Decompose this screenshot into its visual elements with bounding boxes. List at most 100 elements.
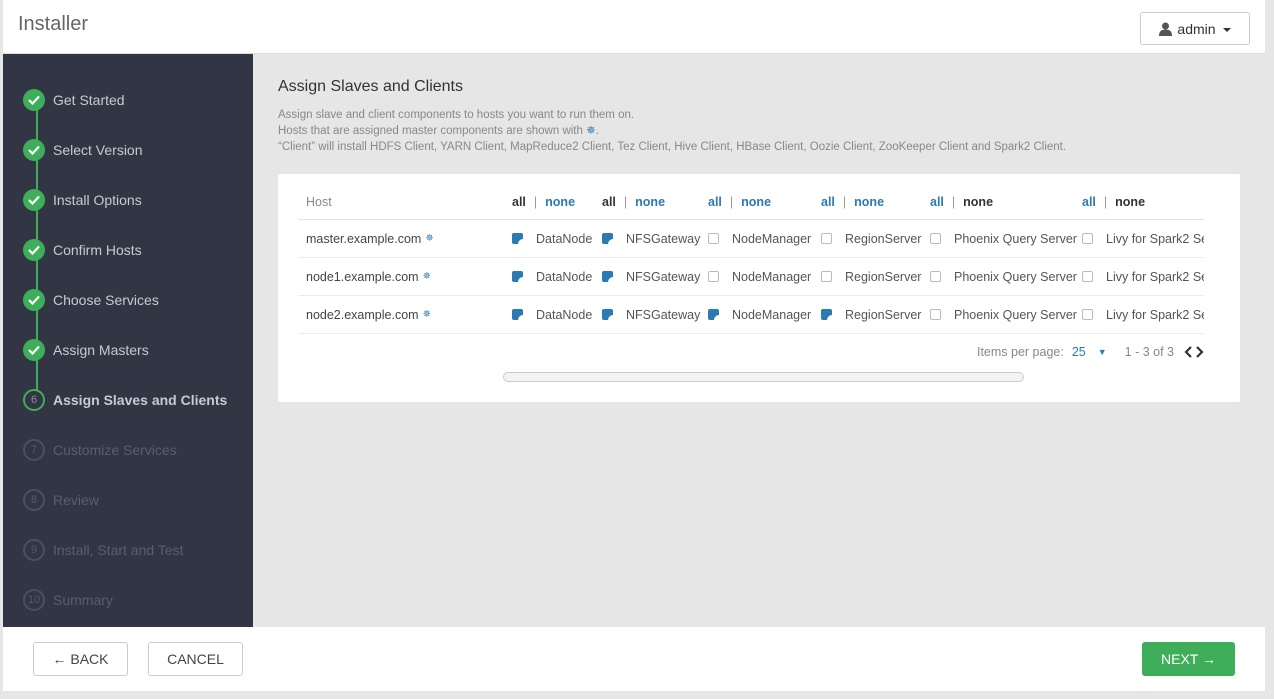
assignment-table[interactable]: Host all | none all | none all | none all | none… [298, 184, 1204, 334]
nodemanager-checkbox[interactable]: NodeManager [708, 270, 811, 284]
regionserver-header: all | none [821, 194, 885, 209]
cancel-button[interactable]: CANCEL [148, 642, 243, 676]
regionserver-checkbox[interactable]: RegionServer [821, 232, 921, 246]
top-header: Installer admin [3, 0, 1265, 54]
regionserver-checkbox[interactable]: RegionServer [821, 308, 921, 322]
desc-line-3: “Client” will install HDFS Client, YARN … [278, 141, 1067, 153]
step-summary: 10 Summary [3, 585, 253, 615]
user-menu-button[interactable]: admin [1140, 12, 1250, 45]
host-column-header: Host [306, 194, 332, 209]
step-label: Summary [53, 592, 113, 608]
caret-down-icon [1222, 27, 1231, 32]
host-cell: master.example.com ✵ [306, 231, 434, 246]
user-icon [1159, 22, 1173, 36]
check-icon [23, 89, 45, 111]
datanode-checkbox[interactable]: DataNode [512, 270, 592, 284]
nfsgateway-all-link[interactable]: all [602, 195, 616, 209]
check-icon [23, 339, 45, 361]
nodemanager-checkbox[interactable]: NodeManager [708, 232, 811, 246]
livy-checkbox[interactable]: Livy for Spark2 Server [1082, 232, 1204, 246]
datanode-all-link[interactable]: all [512, 195, 526, 209]
dropdown-arrow-icon[interactable]: ▼ [1098, 347, 1107, 357]
items-per-page-label: Items per page: [976, 345, 1064, 359]
nodemanager-checkbox[interactable]: NodeManager [708, 308, 811, 322]
phoenix-all-link[interactable]: all [930, 195, 944, 209]
gear-icon: ✵ [422, 309, 431, 320]
regionserver-checkbox[interactable]: RegionServer [821, 270, 921, 284]
livy-header: all | none [1082, 194, 1146, 209]
back-button[interactable]: ← BACK [33, 642, 128, 676]
step-confirm-hosts[interactable]: Confirm Hosts [3, 235, 253, 265]
step-label: Confirm Hosts [53, 242, 142, 258]
step-label: Install, Start and Test [53, 542, 184, 558]
page-arrows [1184, 346, 1204, 358]
step-review: 8 Review [3, 485, 253, 515]
step-label: Review [53, 492, 99, 508]
livy-all-link[interactable]: all [1082, 195, 1096, 209]
phoenix-header: all | none [930, 194, 994, 209]
app-title: Installer [18, 13, 89, 35]
step-label: Choose Services [53, 292, 159, 308]
regionserver-none-link[interactable]: none [854, 195, 884, 209]
wizard-steps-sidebar: Get Started Select Version Install Optio… [3, 54, 253, 627]
step-get-started[interactable]: Get Started [3, 85, 253, 115]
user-name: admin [1177, 20, 1216, 37]
table-row: node1.example.com ✵ DataNode NFSGateway N… [298, 258, 1204, 296]
livy-checkbox[interactable]: Livy for Spark2 Server [1082, 270, 1204, 284]
step-number: 7 [23, 439, 45, 461]
step-assign-slaves-and-clients: 6 Assign Slaves and Clients [3, 385, 253, 415]
datanode-checkbox[interactable]: DataNode [512, 232, 592, 246]
livy-checkbox[interactable]: Livy for Spark2 Server [1082, 308, 1204, 322]
datanode-header: all | none [512, 194, 576, 209]
table-row: master.example.com ✵ DataNode NFSGateway … [298, 220, 1204, 258]
chevron-left-icon[interactable] [1184, 346, 1193, 358]
footer-bar: ← BACK CANCEL NEXT → [3, 627, 1265, 691]
step-select-version[interactable]: Select Version [3, 135, 253, 165]
desc-line-2: Hosts that are assigned master component… [278, 125, 599, 137]
table-row: node2.example.com ✵ DataNode NFSGateway N… [298, 296, 1204, 334]
nodemanager-header: all | none [708, 194, 772, 209]
datanode-none-link[interactable]: none [545, 195, 575, 209]
step-number: 9 [23, 539, 45, 561]
assignment-panel: Host all | none all | none all | none all | none… [278, 174, 1240, 402]
step-install-options[interactable]: Install Options [3, 185, 253, 215]
nfsgateway-header: all | none [602, 194, 666, 209]
step-choose-services[interactable]: Choose Services [3, 285, 253, 315]
step-label: Assign Masters [53, 342, 149, 358]
phoenix-checkbox[interactable]: Phoenix Query Server [930, 270, 1077, 284]
regionserver-all-link[interactable]: all [821, 195, 835, 209]
check-icon [23, 189, 45, 211]
page-description: Assign slave and client components to ho… [278, 107, 1066, 155]
gear-icon: ✵ [586, 125, 596, 137]
step-number: 8 [23, 489, 45, 511]
phoenix-checkbox[interactable]: Phoenix Query Server [930, 232, 1077, 246]
nfsgateway-none-link[interactable]: none [635, 195, 665, 209]
nfsgateway-checkbox[interactable]: NFSGateway [602, 270, 700, 284]
step-label: Assign Slaves and Clients [53, 392, 228, 408]
gear-icon: ✵ [425, 233, 434, 244]
phoenix-none-link[interactable]: none [963, 195, 993, 209]
table-header-row: Host all | none all | none all | none all | none… [298, 184, 1204, 220]
phoenix-checkbox[interactable]: Phoenix Query Server [930, 308, 1077, 322]
livy-none-link[interactable]: none [1115, 195, 1145, 209]
nfsgateway-checkbox[interactable]: NFSGateway [602, 308, 700, 322]
main-content: Assign Slaves and Clients Assign slave a… [253, 54, 1265, 627]
horizontal-scrollbar[interactable] [503, 372, 1024, 382]
chevron-right-icon[interactable] [1195, 346, 1204, 358]
nfsgateway-checkbox[interactable]: NFSGateway [602, 232, 700, 246]
nodemanager-all-link[interactable]: all [708, 195, 722, 209]
step-install-start-test: 9 Install, Start and Test [3, 535, 253, 565]
check-icon [23, 289, 45, 311]
nodemanager-none-link[interactable]: none [741, 195, 771, 209]
step-assign-masters[interactable]: Assign Masters [3, 335, 253, 365]
desc-line-1: Assign slave and client components to ho… [278, 109, 635, 121]
step-number: 10 [23, 589, 45, 611]
next-button[interactable]: NEXT → [1142, 642, 1235, 676]
step-label: Select Version [53, 142, 143, 158]
datanode-checkbox[interactable]: DataNode [512, 308, 592, 322]
items-per-page-select[interactable]: 25 [1072, 345, 1086, 359]
host-cell: node1.example.com ✵ [306, 269, 431, 284]
step-number: 6 [23, 389, 45, 411]
check-icon [23, 139, 45, 161]
host-cell: node2.example.com ✵ [306, 307, 431, 322]
